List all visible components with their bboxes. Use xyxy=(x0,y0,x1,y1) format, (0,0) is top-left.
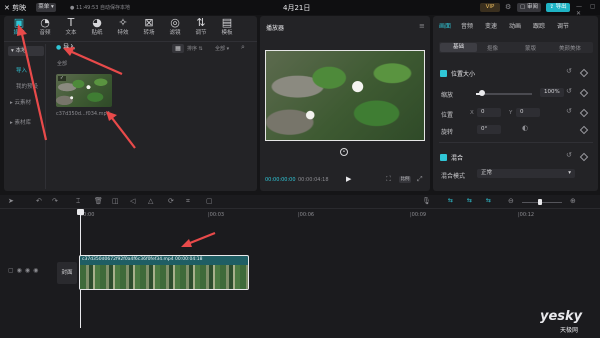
watermark-cn: 天极网 xyxy=(560,327,579,334)
annotation-arrows xyxy=(17,24,216,247)
watermark-brand: yesky xyxy=(540,309,583,324)
